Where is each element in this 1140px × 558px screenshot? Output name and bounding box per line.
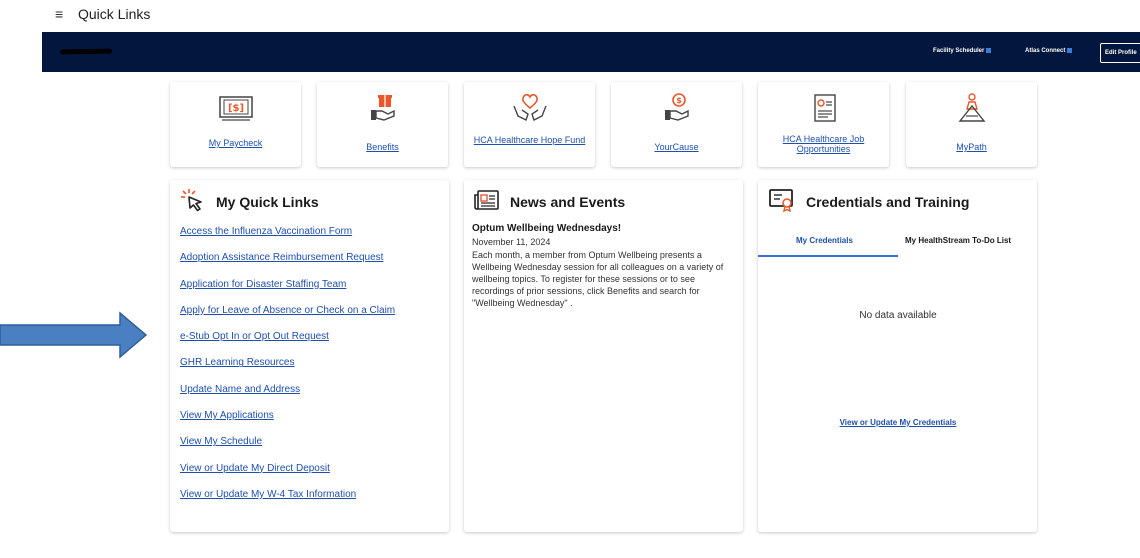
card-title: Credentials and Training [806,194,970,210]
quick-link-item[interactable]: GHR Learning Resources [180,357,395,383]
quick-link-item[interactable]: View My Applications [180,410,395,436]
gift-hand-icon [317,92,448,122]
svg-text:$: $ [676,96,682,105]
card-title: News and Events [510,194,626,210]
external-link-icon [986,48,992,53]
atlas-connect-link[interactable]: Atlas Connect [1025,48,1073,54]
credentials-tabs: My Credentials My HealthStream To-Do Lis… [758,232,1038,257]
resume-icon [758,92,889,122]
navbar: Facility Scheduler Atlas Connect Edit Pr… [42,32,1140,72]
newspaper-icon [474,189,500,216]
quick-link-item[interactable]: e-Stub Opt In or Opt Out Request [180,331,395,357]
news-item-date: November 11, 2024 [472,237,551,247]
tile-mypath[interactable]: MyPath [906,82,1037,167]
quick-link-item[interactable]: View My Schedule [180,436,395,462]
quick-link-item[interactable]: Application for Disaster Staffing Team [180,279,395,305]
quick-link-item[interactable]: View or Update My Direct Deposit [180,463,395,489]
quick-link-item[interactable]: Apply for Leave of Absence or Check on a… [180,305,395,331]
pointer-arrow-icon [0,311,148,359]
quick-link-item[interactable]: Access the Influenza Vaccination Form [180,226,395,252]
card-header: Credentials and Training [768,188,970,217]
donation-hand-icon: $ [611,92,742,122]
news-item-body: Each month, a member from Optum Wellbein… [472,250,724,308]
empty-state-text: No data available [859,310,937,321]
card-header: My Quick Links [180,188,319,217]
quick-links-card: My Quick Links Access the Influenza Vacc… [170,180,449,532]
card-title: My Quick Links [216,194,319,210]
tab-healthstream-todo[interactable]: My HealthStream To-Do List [905,236,1011,245]
quick-links-list: Access the Influenza Vaccination Form Ad… [180,226,395,515]
quick-link-item[interactable]: Adoption Assistance Reimbursement Reques… [180,252,395,278]
facility-scheduler-link[interactable]: Facility Scheduler [933,48,992,54]
redacted-logo [59,48,113,55]
active-tab-indicator [758,255,898,257]
quick-link-item[interactable]: View or Update My W-4 Tax Information [180,489,395,515]
certificate-icon [768,188,796,217]
paycheck-icon: [$] [170,92,301,122]
news-events-card: News and Events Optum Wellbeing Wednesda… [464,180,743,532]
tile-label[interactable]: YourCause [619,142,734,152]
card-header: News and Events [474,189,626,216]
heart-hands-icon [464,92,595,122]
path-person-icon [906,92,1037,122]
external-link-icon [1067,48,1073,53]
tile-my-paycheck[interactable]: [$] My Paycheck [170,82,301,167]
tile-hope-fund[interactable]: HCA Healthcare Hope Fund [464,82,595,167]
tile-benefits[interactable]: Benefits [317,82,448,167]
edit-profile-button[interactable]: Edit Profile [1100,43,1140,63]
credentials-card: Credentials and Training My Credentials … [758,180,1037,532]
tab-my-credentials[interactable]: My Credentials [796,236,853,245]
top-bar: ≡ Quick Links [0,0,1140,30]
news-item-title: Optum Wellbeing Wednesdays! [472,223,622,234]
tile-label[interactable]: HCA Healthcare Hope Fund [472,135,587,145]
quick-link-item[interactable]: Update Name and Address [180,384,395,410]
tile-label[interactable]: MyPath [914,142,1029,152]
cursor-click-icon [180,188,206,217]
view-update-credentials-link[interactable]: View or Update My Credentials [758,418,1038,427]
page-title: Quick Links [78,6,151,22]
tile-job-opportunities[interactable]: HCA Healthcare Job Opportunities [758,82,889,167]
tile-label[interactable]: My Paycheck [178,138,293,148]
tile-label[interactable]: HCA Healthcare Job Opportunities [766,134,881,154]
hamburger-icon[interactable]: ≡ [55,6,63,22]
svg-text:[$]: [$] [227,103,243,114]
tile-yourcause[interactable]: $ YourCause [611,82,742,167]
tile-label[interactable]: Benefits [325,142,440,152]
